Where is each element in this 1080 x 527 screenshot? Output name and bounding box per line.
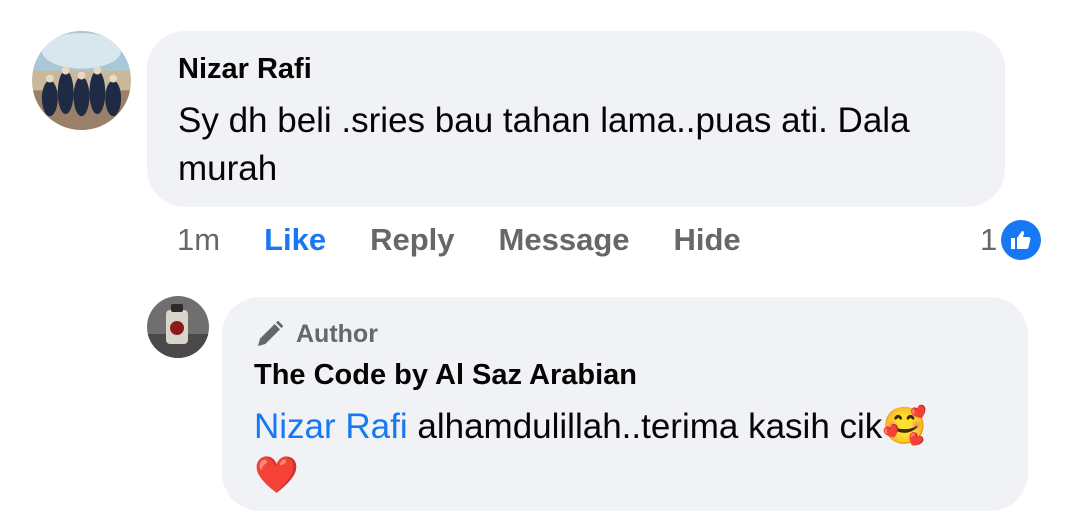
- comment-timestamp[interactable]: 1m: [177, 222, 220, 258]
- reply-text-line-1: Nizar Rafi alhamdulillah..terima kasih c…: [254, 402, 1014, 451]
- comment-actions: 1m Like Reply Message Hide: [177, 218, 785, 262]
- message-button[interactable]: Message: [499, 222, 630, 258]
- thumbs-up-icon: [1001, 220, 1042, 260]
- mention-link[interactable]: Nizar Rafi: [254, 407, 408, 446]
- hide-button[interactable]: Hide: [674, 222, 741, 258]
- like-count: 1: [980, 222, 998, 257]
- comment-text: Sy dh beli .sries bau tahan lama..puas a…: [178, 97, 988, 193]
- reaction-summary[interactable]: 1: [980, 218, 1042, 262]
- reply-text: Nizar Rafi alhamdulillah..terima kasih c…: [254, 402, 1014, 500]
- red-heart-emoji: ❤️: [254, 454, 299, 495]
- reply-button[interactable]: Reply: [370, 222, 454, 258]
- pencil-icon: [258, 320, 284, 346]
- reply-text-line-2: ❤️: [254, 451, 1014, 500]
- group-photo-avatar-icon: [32, 31, 131, 130]
- smiling-hearts-emoji: 🥰: [882, 405, 928, 446]
- comment-text-line-1: Sy dh beli .sries bau tahan lama..puas a…: [178, 101, 910, 140]
- like-button[interactable]: Like: [264, 222, 326, 258]
- page-avatar[interactable]: [147, 296, 209, 358]
- author-badge-label: Author: [296, 319, 378, 348]
- comment-text-line-2: murah: [178, 149, 278, 188]
- reply-author-name[interactable]: The Code by Al Saz Arabian: [254, 358, 637, 392]
- perfume-bottle-avatar-icon: [147, 296, 209, 358]
- commenter-name[interactable]: Nizar Rafi: [178, 52, 312, 86]
- author-badge: Author: [254, 318, 378, 350]
- commenter-avatar[interactable]: [32, 31, 131, 130]
- reply-message: alhamdulillah..terima kasih cik: [417, 407, 883, 446]
